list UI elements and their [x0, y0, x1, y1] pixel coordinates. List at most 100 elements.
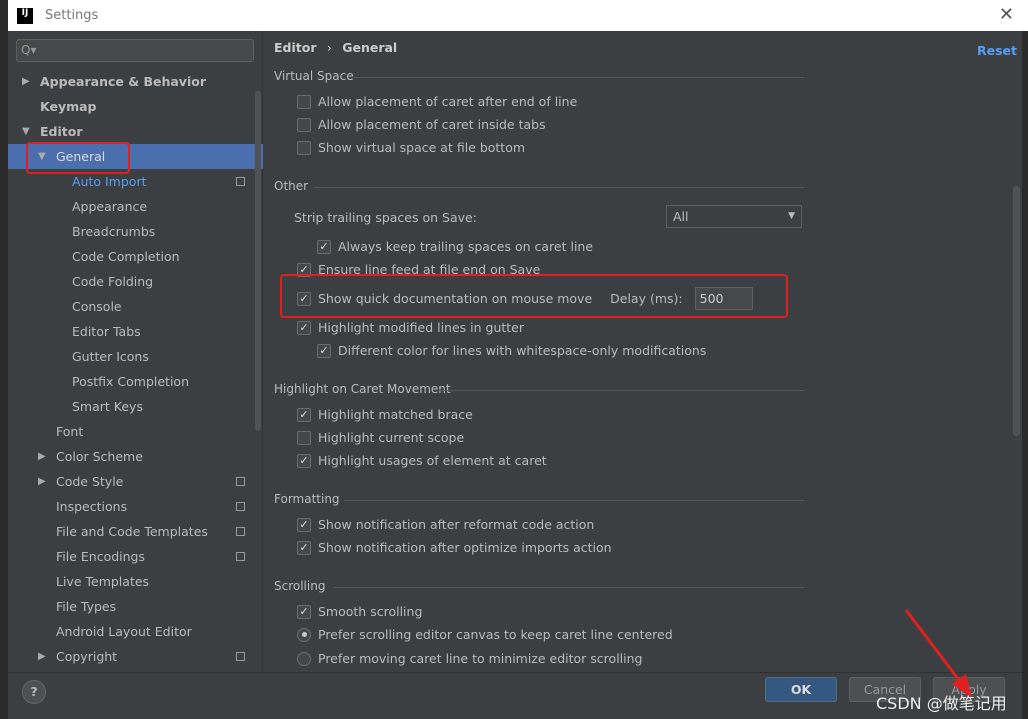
tree-item-label: Color Scheme [56, 449, 143, 464]
checkbox[interactable] [297, 430, 311, 445]
dialog-footer: ? OK Cancel Apply [8, 672, 1022, 719]
section-formatting: Formatting [274, 492, 804, 506]
option-label: Different color for lines with whitespac… [338, 343, 707, 358]
tree-item[interactable]: Font [8, 419, 263, 444]
tree-item[interactable]: Inspections [8, 494, 263, 519]
tree-item[interactable]: Breadcrumbs [8, 219, 263, 244]
option-f1[interactable]: ✓ Show notification after reformat code a… [297, 517, 594, 532]
tree-item-label: Appearance [72, 199, 148, 214]
expand-right-icon[interactable]: ▶ [22, 69, 30, 94]
checkbox[interactable]: ✓ [297, 604, 311, 619]
dropdown-arrow-icon: ▼ [788, 211, 795, 221]
option-c3[interactable]: ✓ Highlight usages of element at caret [297, 453, 547, 468]
option-vs1[interactable]: Allow placement of caret after end of li… [297, 94, 577, 109]
tree-item[interactable]: Keymap [8, 94, 263, 119]
option-s3[interactable]: Prefer moving caret line to minimize edi… [297, 651, 642, 666]
option-label: Show notification after reformat code ac… [318, 517, 595, 532]
tree-item[interactable]: Live Templates [8, 569, 263, 594]
highlight-annotation [280, 274, 788, 318]
checkbox[interactable]: ✓ [317, 239, 331, 254]
tree-item[interactable]: Gutter Icons [8, 344, 263, 369]
sidebar-scrollbar[interactable] [255, 91, 261, 431]
option-o5[interactable]: ✓ Different color for lines with whitespa… [317, 343, 706, 358]
tree-item-label: File Encodings [56, 549, 146, 564]
project-scope-icon [236, 552, 245, 561]
option-c2[interactable]: Highlight current scope [297, 430, 464, 445]
checkbox[interactable]: ✓ [297, 540, 311, 555]
tree-item[interactable]: Console [8, 294, 263, 319]
content-scrollbar[interactable] [1013, 186, 1020, 436]
project-scope-icon [236, 502, 245, 511]
settings-content: Editor › General Reset Virtual Space All… [264, 31, 1022, 672]
checkbox[interactable]: ✓ [317, 343, 331, 358]
tree-item[interactable]: Editor Tabs [8, 319, 263, 344]
checkbox[interactable]: ✓ [297, 453, 311, 468]
close-icon[interactable]: ✕ [999, 4, 1014, 25]
tree-item[interactable]: File Types [8, 594, 263, 619]
tree-item-label: Code Folding [72, 274, 154, 289]
radio-button[interactable] [297, 651, 311, 666]
section-title: Formatting [274, 492, 340, 506]
tree-item-label: Copyright [56, 649, 118, 664]
tree-item[interactable]: ▶ Color Scheme [8, 444, 263, 469]
tree-item[interactable]: ▼ Editor [8, 119, 263, 144]
checkbox[interactable]: ✓ [297, 320, 311, 335]
option-s2[interactable]: Prefer scrolling editor canvas to keep c… [297, 627, 673, 642]
settings-dialog: Q▾ ▶ Appearance & Behavior Keymap ▼ Editor ▼ G… [8, 31, 1022, 719]
section-caret: Highlight on Caret Movement [274, 382, 804, 396]
tree-item[interactable]: Code Completion [8, 244, 263, 269]
checkbox[interactable]: ✓ [297, 517, 311, 532]
tree-item-label: File Types [56, 599, 117, 614]
option-label: Allow placement of caret after end of li… [318, 94, 578, 109]
expand-right-icon[interactable]: ▶ [38, 469, 46, 494]
tree-item-label: Breadcrumbs [72, 224, 156, 239]
tree-item-label: Gutter Icons [72, 349, 149, 364]
tree-item[interactable]: File Encodings [8, 544, 263, 569]
option-label: Highlight modified lines in gutter [318, 320, 525, 335]
tree-item[interactable]: ▶ Appearance & Behavior [8, 69, 263, 94]
tree-item[interactable]: Postfix Completion [8, 369, 263, 394]
option-o4[interactable]: ✓ Highlight modified lines in gutter [297, 320, 524, 335]
tree-item[interactable]: Smart Keys [8, 394, 263, 419]
help-button[interactable]: ? [22, 680, 46, 704]
project-scope-icon [236, 527, 245, 536]
tree-item[interactable]: Android Layout Editor [8, 619, 263, 644]
breadcrumb-editor[interactable]: Editor [274, 40, 317, 55]
option-c1[interactable]: ✓ Highlight matched brace [297, 407, 473, 422]
expand-right-icon[interactable]: ▶ [38, 444, 46, 469]
option-label: Highlight usages of element at caret [318, 453, 547, 468]
tree-item[interactable]: Code Folding [8, 269, 263, 294]
option-s1[interactable]: ✓ Smooth scrolling [297, 604, 422, 619]
breadcrumb-general: General [342, 40, 398, 55]
checkbox[interactable] [297, 117, 311, 132]
radio-button[interactable] [297, 627, 311, 642]
checkbox[interactable]: ✓ [297, 407, 311, 422]
reset-link[interactable]: Reset [977, 43, 1017, 58]
checkbox[interactable] [297, 140, 311, 155]
strip-label: Strip trailing spaces on Save: [294, 210, 477, 225]
option-label: Prefer moving caret line to minimize edi… [318, 651, 643, 666]
tree-item-label: Inspections [56, 499, 128, 514]
option-vs3[interactable]: Show virtual space at file bottom [297, 140, 525, 155]
strip-spaces-select[interactable]: All ▼ [666, 205, 802, 228]
tree-item-label: Font [56, 424, 84, 439]
option-f2[interactable]: ✓ Show notification after optimize import… [297, 540, 612, 555]
option-o1[interactable]: ✓ Always keep trailing spaces on caret li… [317, 239, 593, 254]
expand-down-icon[interactable]: ▼ [22, 119, 30, 144]
project-scope-icon [236, 652, 245, 661]
option-vs2[interactable]: Allow placement of caret inside tabs [297, 117, 546, 132]
option-label: Smooth scrolling [318, 604, 423, 619]
checkbox[interactable] [297, 94, 311, 109]
ok-button[interactable]: OK [765, 677, 837, 702]
expand-right-icon[interactable]: ▶ [38, 644, 46, 669]
tree-item[interactable]: Appearance [8, 194, 263, 219]
search-input[interactable]: Q▾ [16, 39, 254, 62]
section-title: Virtual Space [274, 69, 354, 83]
tree-item-label: Appearance & Behavior [40, 74, 206, 89]
tree-item[interactable]: ▶ Copyright [8, 644, 263, 669]
tree-item[interactable]: ▶ Code Style [8, 469, 263, 494]
tree-item-label: Android Layout Editor [56, 624, 192, 639]
tree-item[interactable]: File and Code Templates [8, 519, 263, 544]
tree-item-label: File and Code Templates [56, 524, 208, 539]
tree-item-label: Code Completion [72, 249, 180, 264]
